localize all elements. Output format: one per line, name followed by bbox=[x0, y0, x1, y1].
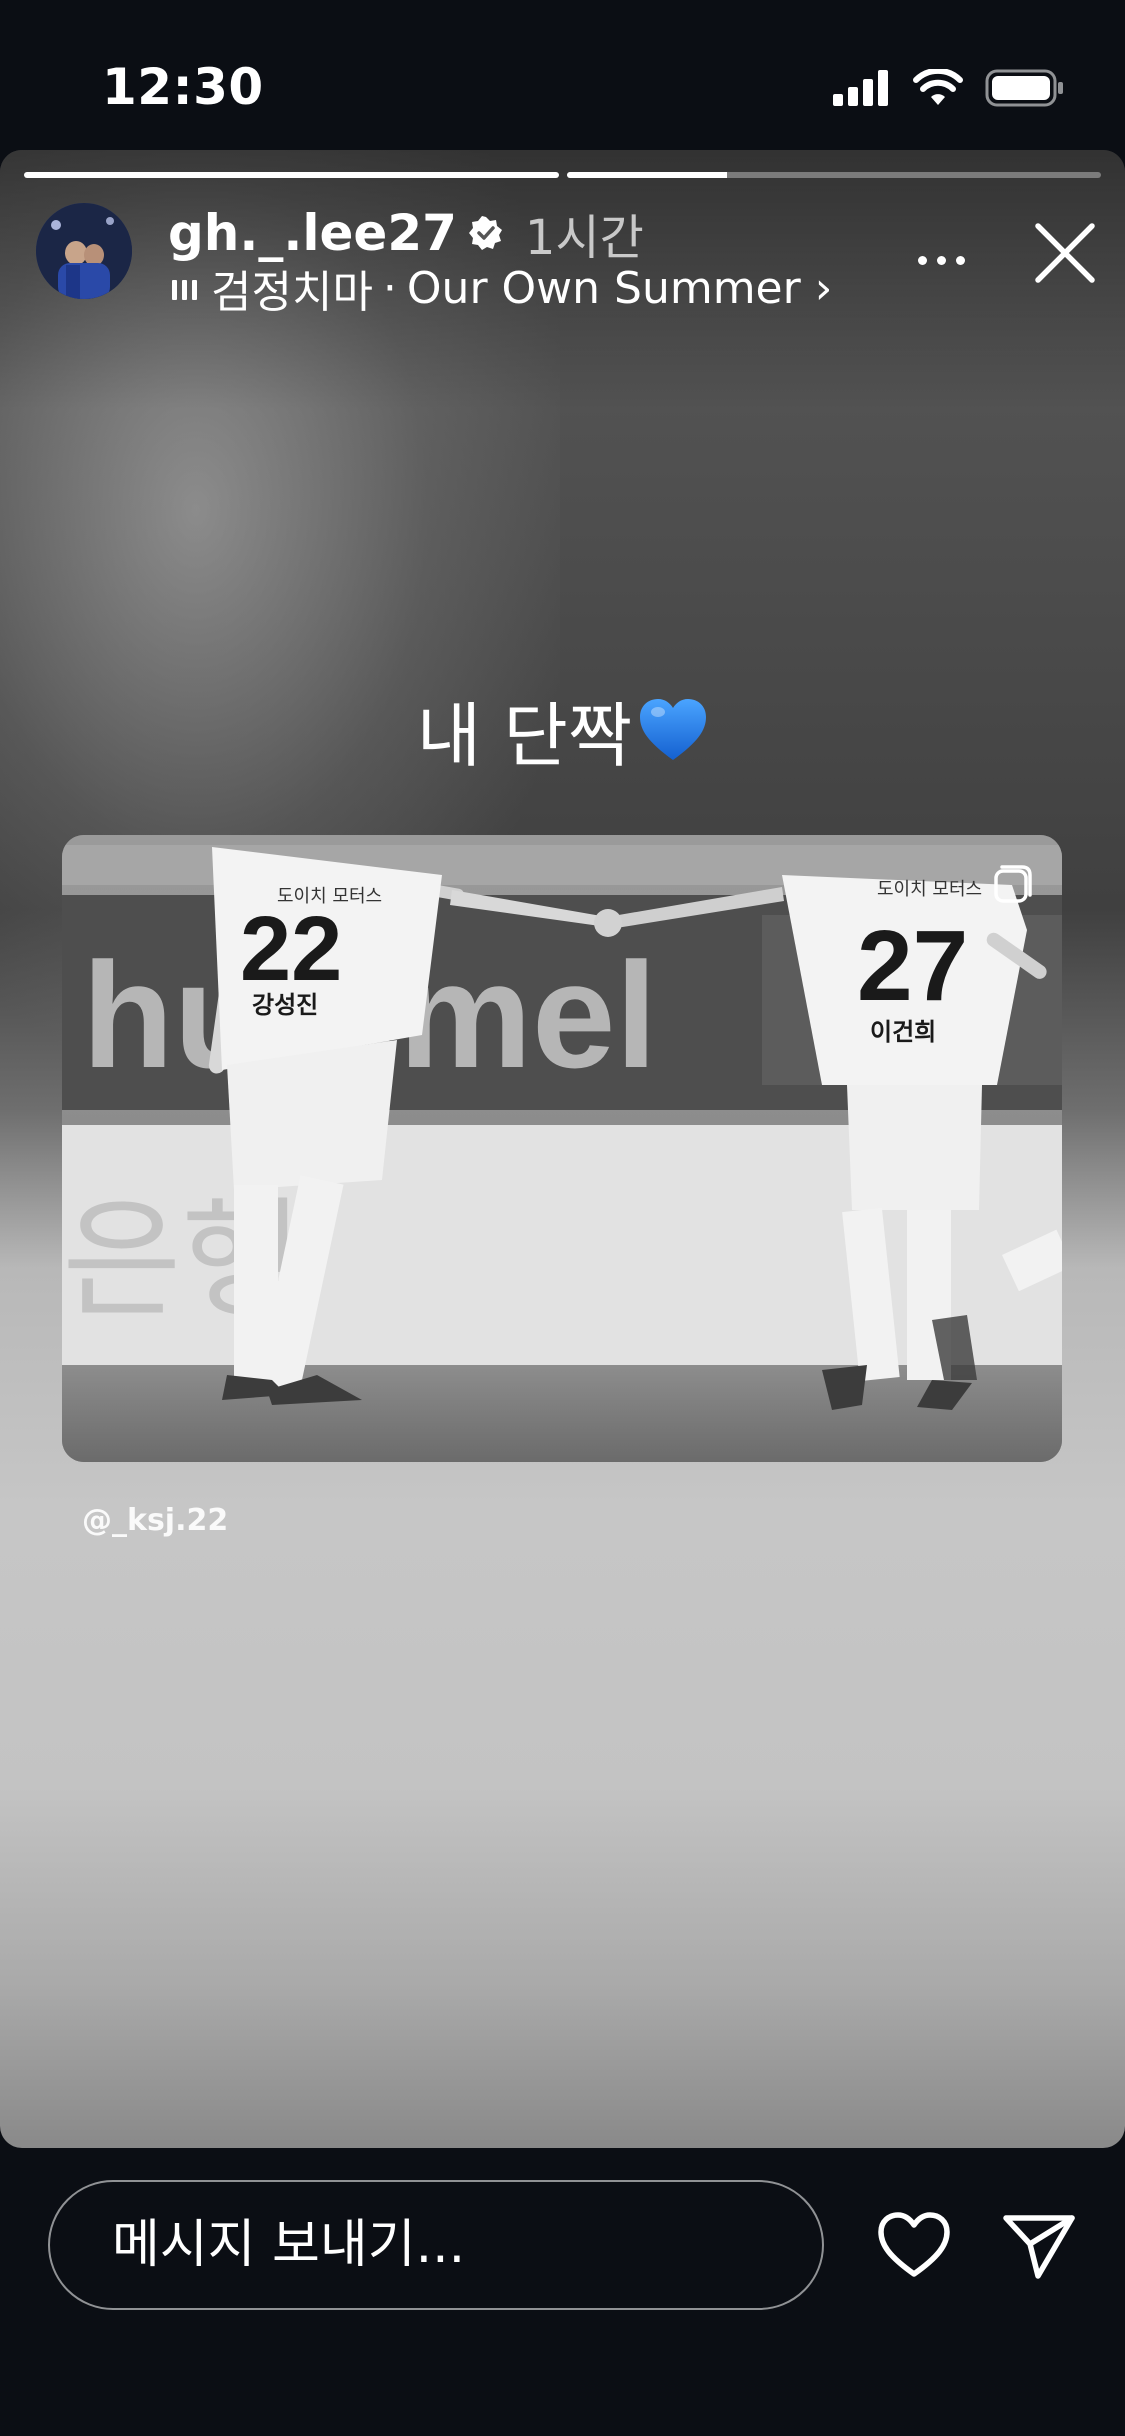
reshared-post-photo[interactable]: hummel 은행 도이치 모터스 22 강성진 bbox=[62, 835, 1062, 1462]
story-viewer[interactable]: gh._.lee27 1시간 검정치마 · Our Own Summer › 내… bbox=[0, 150, 1125, 2148]
jersey-name-left: 강성진 bbox=[252, 991, 318, 1019]
blue-heart-icon bbox=[640, 698, 707, 760]
jersey-number-left: 22 bbox=[240, 898, 342, 1000]
status-time: 12:30 bbox=[102, 58, 264, 116]
jersey-number-right: 27 bbox=[857, 910, 968, 1022]
close-icon[interactable] bbox=[1032, 220, 1098, 286]
send-icon[interactable] bbox=[1002, 2210, 1076, 2280]
verified-badge-icon bbox=[468, 216, 502, 250]
wifi-icon bbox=[913, 69, 963, 105]
battery-icon bbox=[985, 69, 1063, 107]
progress-segment-2 bbox=[566, 172, 1101, 178]
reshare-icon bbox=[994, 865, 1032, 903]
music-title: 검정치마 bbox=[211, 267, 373, 318]
avatar[interactable] bbox=[36, 203, 132, 299]
music-attribution[interactable]: 검정치마 · Our Own Summer › bbox=[172, 256, 832, 320]
progress-fill bbox=[566, 172, 727, 178]
status-icons bbox=[833, 66, 1065, 110]
more-options-icon[interactable] bbox=[918, 240, 974, 280]
music-equalizer-icon bbox=[172, 276, 197, 300]
music-artist: Our Own Summer › bbox=[406, 262, 833, 314]
heart-icon[interactable] bbox=[876, 2210, 952, 2280]
username[interactable]: gh._.lee27 bbox=[168, 204, 457, 262]
music-separator: · bbox=[382, 262, 397, 314]
jersey-name-right: 이건희 bbox=[870, 1018, 936, 1046]
avatar-image bbox=[36, 203, 132, 299]
progress-fill bbox=[24, 172, 559, 178]
send-message-input[interactable] bbox=[48, 2180, 824, 2310]
status-bar: 12:30 bbox=[0, 0, 1125, 150]
jersey-sponsor-right: 도이치 모터스 bbox=[877, 879, 982, 900]
mention-sticker[interactable]: @_ksj.22 bbox=[82, 1503, 228, 1538]
caption-text: 내 단짝 bbox=[416, 695, 633, 777]
story-progress bbox=[24, 172, 1101, 178]
football-players-photo: hummel 은행 도이치 모터스 22 강성진 bbox=[62, 835, 1062, 1462]
progress-segment-1 bbox=[24, 172, 559, 178]
cellular-signal-icon bbox=[833, 70, 888, 106]
story-caption: 내 단짝 bbox=[0, 680, 1125, 781]
